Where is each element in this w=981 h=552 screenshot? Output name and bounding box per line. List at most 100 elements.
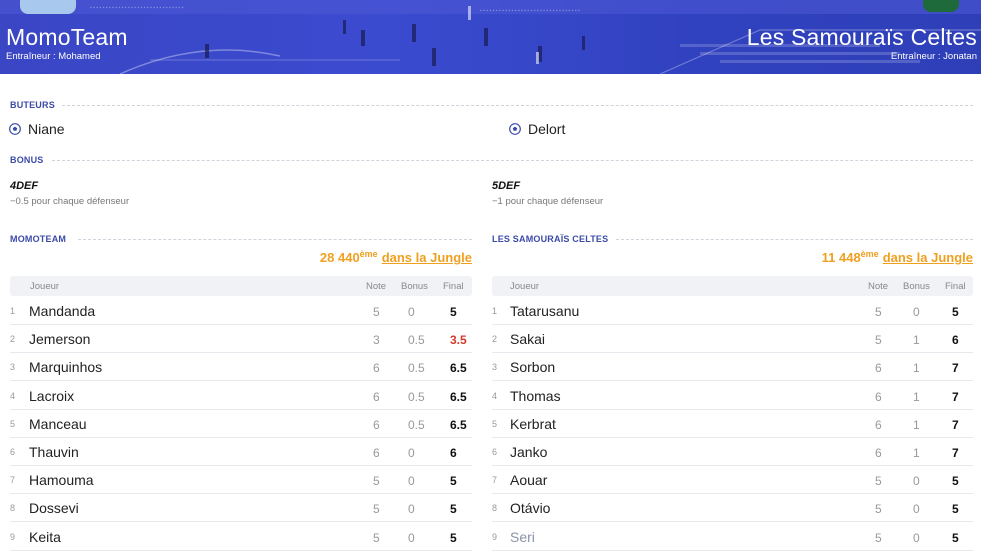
player-number: 2	[492, 334, 498, 345]
player-row[interactable]: 9 Seri 5 0 5	[492, 523, 973, 551]
away-coach: Entraîneur : Jonatan	[890, 51, 977, 62]
scorers-section-label: BUTEURS	[10, 100, 55, 110]
match-banner: ▪ ▪ ▪ ▪ ▪ ▪ ▪ ▪ ▪ ▪ ▪ ▪ ▪ ▪ ▪ ▪ ▪ ▪ ▪ ▪ …	[0, 0, 981, 74]
player-note: 6	[875, 361, 882, 376]
player-name[interactable]: Aouar	[510, 472, 547, 488]
divider	[78, 239, 472, 240]
player-number: 9	[10, 531, 16, 542]
col-final: Final	[443, 281, 464, 292]
player-name[interactable]: Thomas	[510, 388, 561, 404]
player-bonus: 1	[913, 389, 920, 404]
player-final: 3.5	[450, 333, 467, 348]
player-name[interactable]: Keita	[29, 529, 61, 545]
home-table-header: Joueur Note Bonus Final	[10, 276, 472, 296]
player-final: 6	[450, 446, 457, 460]
player-final: 6	[952, 333, 959, 348]
divider	[616, 239, 973, 240]
player-name[interactable]: Thauvin	[29, 444, 79, 460]
away-bonus-code: 5DEF	[492, 180, 521, 192]
home-team-name[interactable]: MomoTeam	[6, 24, 128, 51]
player-note: 5	[875, 333, 882, 348]
player-name[interactable]: Kerbrat	[510, 416, 556, 432]
player-row[interactable]: 3 Marquinhos 6 0.5 6.5	[10, 353, 472, 382]
away-scorer: Delort	[509, 121, 565, 137]
player-name[interactable]: Manceau	[29, 416, 87, 432]
player-name[interactable]: Sorbon	[510, 359, 555, 375]
soccer-ball-icon	[9, 123, 21, 135]
player-final: 5	[450, 305, 457, 319]
player-bonus: 0	[913, 502, 920, 517]
player-row[interactable]: 5 Kerbrat 6 1 7	[492, 410, 973, 438]
player-number: 4	[10, 390, 16, 401]
player-note: 5	[373, 502, 380, 517]
player-row[interactable]: 6 Thauvin 6 0 6	[10, 438, 472, 466]
player-row[interactable]: 9 Keita 5 0 5	[10, 523, 472, 551]
player-row[interactable]: 2 Sakai 5 1 6	[492, 325, 973, 354]
player-note: 3	[373, 333, 380, 348]
player-row[interactable]: 7 Hamouma 5 0 5	[10, 466, 472, 495]
player-row[interactable]: 2 Jemerson 3 0.5 3.5	[10, 325, 472, 354]
player-name[interactable]: Seri	[510, 529, 535, 545]
player-name[interactable]: Dossevi	[29, 500, 79, 516]
player-bonus: 0	[408, 305, 415, 319]
player-bonus: 0.5	[408, 333, 425, 348]
home-jungle-link[interactable]: dans la Jungle	[382, 250, 472, 265]
player-note: 6	[875, 389, 882, 404]
player-row[interactable]: 1 Mandanda 5 0 5	[10, 297, 472, 325]
player-number: 4	[492, 390, 498, 401]
player-row[interactable]: 5 Manceau 6 0.5 6.5	[10, 410, 472, 438]
player-bonus: 1	[913, 333, 920, 348]
player-final: 5	[952, 474, 959, 489]
player-row[interactable]: 4 Thomas 6 1 7	[492, 382, 973, 410]
player-bonus: 0	[913, 474, 920, 489]
player-name[interactable]: Lacroix	[29, 388, 74, 404]
player-row[interactable]: 3 Sorbon 6 1 7	[492, 353, 973, 382]
away-rank: 11 448ème dans la Jungle	[822, 249, 973, 265]
home-rank-value: 28 440	[319, 250, 360, 265]
col-bonus: Bonus	[401, 281, 428, 292]
player-note: 5	[373, 474, 380, 489]
player-note: 6	[875, 446, 882, 460]
player-row[interactable]: 4 Lacroix 6 0.5 6.5	[10, 382, 472, 410]
player-name[interactable]: Otávio	[510, 500, 550, 516]
player-row[interactable]: 8 Otávio 5 0 5	[492, 494, 973, 523]
away-team-name[interactable]: Les Samouraïs Celtes	[747, 24, 977, 51]
player-note: 6	[373, 417, 380, 432]
player-name[interactable]: Jemerson	[29, 331, 90, 347]
player-final: 7	[952, 417, 959, 432]
player-final: 5	[952, 502, 959, 517]
player-name[interactable]: Hamouma	[29, 472, 94, 488]
home-team-section-label: MOMOTEAM	[10, 234, 67, 244]
player-final: 5	[952, 305, 959, 319]
player-name[interactable]: Janko	[510, 444, 547, 460]
player-row[interactable]: 8 Dossevi 5 0 5	[10, 494, 472, 523]
player-final: 6.5	[450, 417, 467, 432]
player-number: 1	[10, 306, 16, 316]
player-bonus: 0	[408, 446, 415, 460]
player-final: 7	[952, 361, 959, 376]
player-note: 6	[373, 389, 380, 404]
player-name[interactable]: Tatarusanu	[510, 303, 579, 319]
player-row[interactable]: 6 Janko 6 1 7	[492, 438, 973, 466]
player-note: 5	[875, 530, 882, 545]
away-jungle-link[interactable]: dans la Jungle	[883, 250, 973, 265]
col-note: Note	[366, 281, 387, 292]
player-final: 7	[952, 389, 959, 404]
home-team-logo	[20, 0, 76, 14]
col-bonus: Bonus	[903, 281, 930, 292]
divider	[62, 105, 973, 106]
player-note: 6	[875, 417, 882, 432]
player-name[interactable]: Marquinhos	[29, 359, 102, 375]
away-scorer-name: Delort	[528, 121, 566, 137]
soccer-ball-icon	[509, 123, 521, 135]
player-bonus: 0.5	[408, 417, 425, 432]
player-name[interactable]: Mandanda	[29, 303, 95, 319]
player-bonus: 0	[913, 305, 920, 319]
player-name[interactable]: Sakai	[510, 331, 545, 347]
away-rank-value: 11 448	[821, 250, 861, 265]
player-row[interactable]: 1 Tatarusanu 5 0 5	[492, 297, 973, 325]
player-number: 8	[10, 503, 16, 514]
player-number: 5	[10, 418, 16, 429]
player-row[interactable]: 7 Aouar 5 0 5	[492, 466, 973, 495]
away-team-logo	[923, 0, 959, 12]
